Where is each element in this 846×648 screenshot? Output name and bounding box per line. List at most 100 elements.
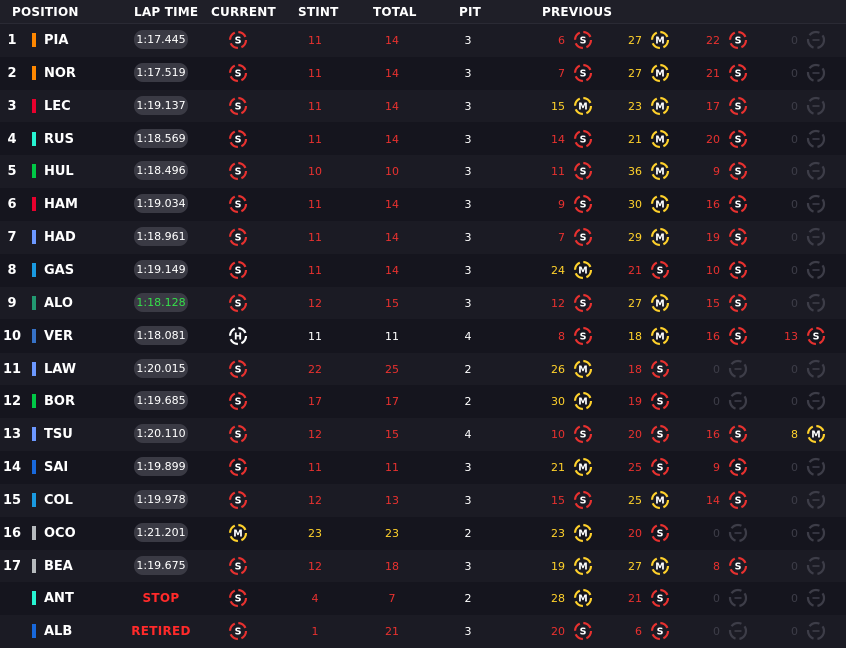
table-row[interactable]: 16 OCO 1:21.201 M 23 23 2 23 M 20 S 0 0 xyxy=(0,516,846,550)
current-tyre-icon: S xyxy=(228,359,248,378)
previous-tyre: S xyxy=(728,260,748,280)
table-row[interactable]: 15 COL 1:19.978 S 12 13 3 15 S 25 M 14 S 0 xyxy=(0,483,846,517)
svg-text:S: S xyxy=(657,266,664,277)
previous-stint-laps: 20 xyxy=(706,132,720,146)
previous-tyre: M xyxy=(573,391,593,411)
table-row[interactable]: 10 VER 1:18.081 H 11 11 4 8 S 18 M 16 S 13 S xyxy=(0,319,846,353)
driver-code[interactable]: ANT xyxy=(44,591,74,606)
previous-stint-laps: 0 xyxy=(791,99,798,113)
table-header: POSITION LAP TIME CURRENT STINT TOTAL PI… xyxy=(0,0,846,24)
svg-text:S: S xyxy=(235,68,242,79)
pit-stops: 3 xyxy=(464,132,472,146)
table-row[interactable]: 13 TSU 1:20.110 S 12 15 4 10 S 20 S 16 S 8 M xyxy=(0,418,846,451)
previous-tyre: S xyxy=(573,63,593,83)
previous-tyre-icon: M xyxy=(650,490,670,509)
empty-tyre-icon xyxy=(806,392,826,411)
driver-code[interactable]: LAW xyxy=(44,362,76,377)
table-row[interactable]: 5 HUL 1:18.496 S 10 10 3 11 S 36 M 9 S 0 xyxy=(0,155,846,189)
table-row[interactable]: 14 SAI 1:19.899 S 11 11 3 21 M 25 S 9 S 0 xyxy=(0,451,846,484)
previous-stint-laps: 16 xyxy=(706,428,720,442)
driver-code[interactable]: PIA xyxy=(44,33,68,48)
header-current[interactable]: CURRENT xyxy=(211,5,276,19)
driver-status: RETIRED xyxy=(131,624,191,639)
table-row[interactable]: ANT STOP S 4 7 2 28 M 21 S 0 0 xyxy=(0,582,846,616)
previous-tyre-icon: S xyxy=(573,63,593,82)
current-tyre: S xyxy=(228,227,248,247)
position-number: 7 xyxy=(7,230,17,246)
driver-code[interactable]: BOR xyxy=(44,394,75,409)
total-laps: 14 xyxy=(385,132,399,146)
table-row[interactable]: 17 BEA 1:19.675 S 12 18 3 19 M 27 M 8 S 0 xyxy=(0,549,846,583)
lap-time-pill: 1:20.110 xyxy=(134,424,188,444)
driver-code[interactable]: RUS xyxy=(44,132,74,147)
driver-code[interactable]: ALO xyxy=(44,296,73,311)
svg-text:M: M xyxy=(655,233,664,244)
stint-laps: 1 xyxy=(311,625,319,639)
header-total[interactable]: TOTAL xyxy=(373,5,417,19)
previous-tyre: S xyxy=(728,293,748,313)
position-number: 1 xyxy=(7,33,17,48)
header-lap-time[interactable]: LAP TIME xyxy=(134,5,198,19)
table-row[interactable]: 4 RUS 1:18.569 S 11 14 3 14 S 21 M 20 S 0 xyxy=(0,122,846,156)
driver-code[interactable]: BEA xyxy=(44,559,73,574)
previous-tyre: S xyxy=(728,326,748,346)
previous-stint-laps: 26 xyxy=(551,362,565,376)
header-position[interactable]: POSITION xyxy=(12,5,79,19)
previous-stint-laps: 0 xyxy=(791,559,798,573)
driver-code[interactable]: HUL xyxy=(44,164,74,179)
svg-text:S: S xyxy=(235,167,242,178)
driver-code[interactable]: TSU xyxy=(44,427,73,442)
pit-stops: 2 xyxy=(464,592,472,606)
driver-code[interactable]: ALB xyxy=(44,624,72,639)
table-row[interactable]: 2 NOR 1:17.519 S 11 14 3 7 S 27 M 21 S 0 xyxy=(0,56,846,90)
previous-tyre xyxy=(806,129,826,149)
pit-stops: 3 xyxy=(464,66,472,80)
svg-text:M: M xyxy=(578,266,587,277)
table-row[interactable]: 12 BOR 1:19.685 S 17 17 2 30 M 19 S 0 0 xyxy=(0,385,846,419)
header-previous[interactable]: PREVIOUS xyxy=(542,5,612,19)
table-row[interactable]: 3 LEC 1:19.137 S 11 14 3 15 M 23 M 17 S 0 xyxy=(0,89,846,123)
previous-stint-laps: 16 xyxy=(706,198,720,212)
previous-tyre xyxy=(728,391,748,411)
position-number: 5 xyxy=(7,164,17,180)
table-row[interactable]: 8 GAS 1:19.149 S 11 14 3 24 M 21 S 10 S 0 xyxy=(0,253,846,287)
driver-code[interactable]: NOR xyxy=(44,66,76,81)
pit-stops: 4 xyxy=(464,329,472,343)
driver-code[interactable]: OCO xyxy=(44,526,76,541)
stint-laps: 11 xyxy=(308,198,322,212)
table-row[interactable]: 1 PIA 1:17.445 S 11 14 3 6 S 27 M 22 S 0 xyxy=(0,24,846,57)
driver-code[interactable]: COL xyxy=(44,493,73,508)
current-tyre-icon: S xyxy=(228,457,248,477)
header-pit[interactable]: PIT xyxy=(459,5,481,19)
current-tyre: S xyxy=(228,194,248,214)
svg-text:S: S xyxy=(657,528,664,539)
stint-laps: 11 xyxy=(308,34,322,47)
previous-tyre-icon: S xyxy=(650,260,670,280)
driver-code[interactable]: HAM xyxy=(44,197,78,212)
driver-code[interactable]: VER xyxy=(44,329,73,344)
table-row[interactable]: 9 ALO 1:18.128 S 12 15 3 12 S 27 M 15 S 0 xyxy=(0,286,846,320)
current-tyre: S xyxy=(228,30,248,50)
svg-text:M: M xyxy=(811,430,820,441)
empty-tyre-icon xyxy=(806,227,826,247)
empty-tyre-icon xyxy=(728,622,748,641)
team-color-bar xyxy=(32,492,36,507)
lap-time-pill: 1:17.519 xyxy=(134,62,188,82)
table-row[interactable]: ALB RETIRED S 1 21 3 20 S 6 S 0 0 xyxy=(0,615,846,648)
header-stint[interactable]: STINT xyxy=(298,5,339,19)
previous-tyre-icon: S xyxy=(728,556,748,575)
current-tyre: S xyxy=(228,96,248,116)
driver-code[interactable]: LEC xyxy=(44,99,71,114)
current-tyre-icon: H xyxy=(228,326,248,345)
previous-stint-laps: 21 xyxy=(628,263,642,277)
previous-tyre: M xyxy=(573,457,593,477)
table-row[interactable]: 7 HAD 1:18.961 S 11 14 3 7 S 29 M 19 S 0 xyxy=(0,221,846,254)
previous-tyre-icon: S xyxy=(728,96,748,115)
driver-code[interactable]: SAI xyxy=(44,460,68,475)
table-row[interactable]: 11 LAW 1:20.015 S 22 25 2 26 M 18 S 0 0 xyxy=(0,352,846,386)
driver-code[interactable]: HAD xyxy=(44,230,76,245)
driver-code[interactable]: GAS xyxy=(44,263,74,278)
svg-text:M: M xyxy=(655,200,664,211)
previous-tyre: M xyxy=(806,424,826,444)
table-row[interactable]: 6 HAM 1:19.034 S 11 14 3 9 S 30 M 16 S 0 xyxy=(0,188,846,221)
